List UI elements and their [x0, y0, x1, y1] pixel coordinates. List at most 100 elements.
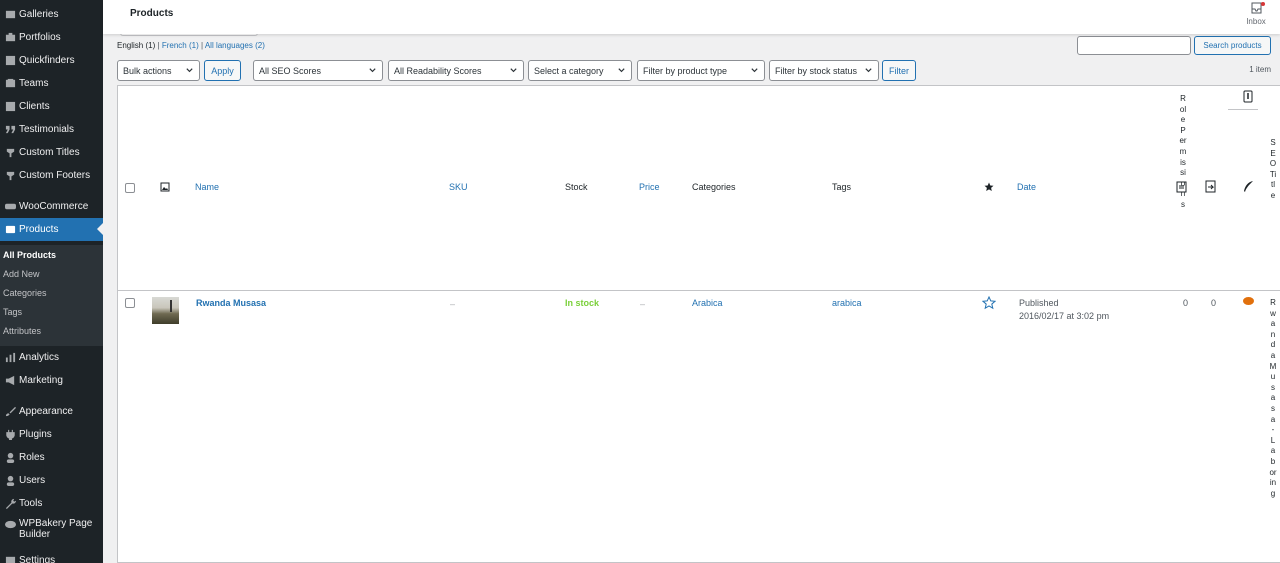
submenu-add-new[interactable]: Add New [3, 269, 40, 279]
tag-link[interactable]: arabica [832, 298, 862, 308]
sidebar-item-roles[interactable]: Roles [0, 446, 103, 469]
sidebar-item-products[interactable]: Products [0, 218, 103, 241]
footer-icon [4, 170, 16, 182]
product-price: – [640, 299, 646, 309]
sidebar-item-galleries[interactable]: Galleries [0, 3, 103, 26]
sidebar-item-label: Quickfinders [19, 55, 75, 66]
team-icon [4, 78, 16, 90]
image-column-icon [160, 182, 170, 192]
sidebar-item-plugins[interactable]: Plugins [0, 423, 103, 446]
portfolio-icon [4, 32, 16, 44]
sidebar-item-label: WPBakery Page Builder [19, 518, 93, 540]
search-products-button[interactable]: Search products [1194, 36, 1271, 55]
inbox-button[interactable]: Inbox [1244, 2, 1268, 30]
seo-count-b: 0 [1211, 298, 1217, 308]
products-submenu: All Products Add New Categories Tags Att… [0, 245, 103, 346]
column-categories: Categories [692, 182, 736, 192]
admin-sidebar: Galleries Portfolios Quickfinders Teams … [0, 0, 103, 563]
star-outline-icon[interactable] [982, 296, 996, 310]
roles-icon [4, 452, 16, 464]
sidebar-item-marketing[interactable]: Marketing [0, 369, 103, 392]
chevron-down-icon [369, 68, 376, 73]
filter-button[interactable]: Filter [882, 60, 916, 81]
internal-links-icon[interactable] [1205, 180, 1217, 193]
seo-scores-value: All SEO Scores [259, 65, 322, 76]
sidebar-item-teams[interactable]: Teams [0, 72, 103, 95]
view-english[interactable]: English (1) [117, 41, 155, 50]
seo-title-value: Rwanda Musasa - Laboring [1269, 298, 1277, 498]
inbox-label: Inbox [1246, 17, 1266, 26]
sidebar-item-label: Roles [19, 452, 45, 463]
category-select[interactable]: Select a category [528, 60, 632, 81]
sidebar-item-users[interactable]: Users [0, 469, 103, 492]
chevron-down-icon [510, 68, 517, 73]
row-checkbox[interactable] [125, 298, 135, 308]
column-sku[interactable]: SKU [449, 182, 468, 192]
settings-icon [4, 555, 16, 563]
post-date: 2016/02/17 at 3:02 pm [1019, 311, 1110, 321]
sidebar-item-quickfinders[interactable]: Quickfinders [0, 49, 103, 72]
product-sku: – [450, 299, 456, 309]
readability-scores-select[interactable]: All Readability Scores [388, 60, 524, 81]
sidebar-item-woocommerce[interactable]: WooCommerce [0, 195, 103, 218]
sidebar-item-label: WooCommerce [19, 201, 89, 212]
readability-value: All Readability Scores [394, 65, 482, 76]
sidebar-item-label: Portfolios [19, 32, 61, 43]
column-stock: Stock [565, 182, 588, 192]
sidebar-item-testimonials[interactable]: Testimonials [0, 118, 103, 141]
apply-button[interactable]: Apply [204, 60, 241, 81]
submenu-tags[interactable]: Tags [3, 307, 22, 317]
column-date[interactable]: Date [1017, 182, 1036, 192]
seo-score-icon[interactable] [1176, 180, 1188, 193]
sidebar-item-clients[interactable]: Clients [0, 95, 103, 118]
products-icon [4, 224, 16, 236]
stock-status-value: Filter by stock status [775, 65, 858, 76]
sidebar-item-label: Plugins [19, 429, 52, 440]
submenu-categories[interactable]: Categories [3, 288, 47, 298]
view-french[interactable]: French (1) [162, 41, 199, 50]
submenu-all-products[interactable]: All Products [3, 250, 56, 260]
table-header: Name SKU Stock Price Categories Tags Dat… [118, 86, 1280, 291]
bulk-actions-select[interactable]: Bulk actions [117, 60, 200, 81]
megaphone-icon [4, 375, 16, 387]
stock-status-select[interactable]: Filter by stock status [769, 60, 879, 81]
select-all-checkbox[interactable] [125, 183, 135, 193]
chevron-down-icon [618, 68, 625, 73]
notification-dot [1261, 2, 1265, 6]
product-thumbnail[interactable] [152, 297, 179, 324]
product-name-link[interactable]: Rwanda Musasa [196, 298, 266, 308]
gallery-icon [4, 9, 16, 21]
submenu-attributes[interactable]: Attributes [3, 326, 41, 336]
incoming-links-icon[interactable] [1243, 90, 1253, 103]
column-seo-title: SEO Title [1269, 138, 1277, 200]
product-type-select[interactable]: Filter by product type [637, 60, 765, 81]
category-link[interactable]: Arabica [692, 298, 723, 308]
column-name[interactable]: Name [195, 182, 219, 192]
sidebar-item-label: Users [19, 475, 46, 486]
clients-icon [4, 101, 16, 113]
search-input[interactable] [1077, 36, 1191, 55]
column-role-permissions: Role Permissions [1179, 94, 1187, 209]
seo-scores-select[interactable]: All SEO Scores [253, 60, 383, 81]
readability-feather-icon[interactable] [1242, 180, 1254, 193]
sidebar-item-settings[interactable]: Settings [0, 549, 103, 563]
sidebar-item-tools[interactable]: Tools [0, 492, 103, 515]
sidebar-item-label: Galleries [19, 9, 59, 20]
stock-status-badge: In stock [565, 298, 600, 308]
seo-score-dot [1243, 297, 1254, 305]
sidebar-item-label: Analytics [19, 352, 60, 363]
page-title: Products [130, 8, 174, 19]
wpbakery-icon [4, 518, 16, 530]
sidebar-item-custom-titles[interactable]: Custom Titles [0, 141, 103, 164]
sidebar-item-label: Marketing [19, 375, 63, 386]
column-price[interactable]: Price [639, 182, 660, 192]
woocommerce-icon [4, 201, 16, 213]
sidebar-item-portfolios[interactable]: Portfolios [0, 26, 103, 49]
sidebar-item-wpbakery[interactable]: WPBakery Page Builder [0, 515, 103, 545]
sidebar-item-custom-footers[interactable]: Custom Footers [0, 164, 103, 187]
sidebar-item-appearance[interactable]: Appearance [0, 400, 103, 423]
featured-star-icon[interactable] [984, 182, 994, 192]
view-all-languages[interactable]: All languages (2) [205, 41, 265, 50]
sidebar-item-label: Custom Footers [19, 170, 91, 181]
sidebar-item-analytics[interactable]: Analytics [0, 346, 103, 369]
